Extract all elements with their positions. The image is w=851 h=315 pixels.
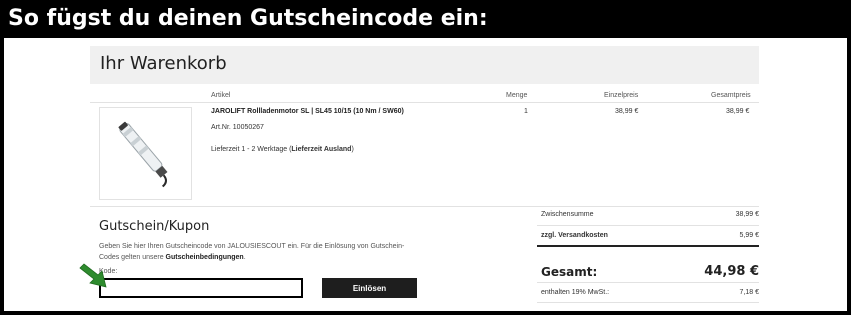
item-total-price: 38,99 €	[726, 108, 750, 115]
coupon-terms-link[interactable]: Gutscheinbedingungen	[166, 254, 244, 261]
cart-header: Ihr Warenkorb	[90, 46, 759, 84]
coupon-description-end: .	[243, 254, 246, 261]
article-number: Art.Nr. 10050267	[211, 124, 264, 131]
cart-panel: Ihr Warenkorb Artikel Menge Einzelpreis …	[4, 38, 847, 311]
column-total-price: Gesamtpreis	[711, 92, 751, 99]
column-quantity: Menge	[506, 92, 528, 99]
header-divider	[90, 102, 759, 103]
instruction-banner: So fügst du deinen Gutscheincode ein:	[0, 0, 851, 38]
shipping-divider	[537, 245, 759, 247]
green-arrow-icon	[79, 263, 107, 288]
vat-label: enthalten 19% MwSt.:	[541, 289, 610, 296]
delivery-time-close: )	[351, 146, 354, 153]
total-value: 44,98 €	[704, 264, 759, 279]
cart-title: Ihr Warenkorb	[100, 53, 227, 74]
delivery-time: Lieferzeit 1 - 2 Werktage (Lieferzeit Au…	[211, 146, 354, 153]
column-article: Artikel	[211, 92, 231, 99]
tube-motor-image	[118, 121, 168, 188]
product-name[interactable]: JAROLIFT Rollladenmotor SL | SL45 10/15 …	[211, 108, 404, 115]
coupon-title: Gutschein/Kupon	[99, 219, 210, 234]
coupon-description-text: Geben Sie hier Ihren Gutscheincode von J…	[99, 243, 405, 261]
vat-divider	[537, 302, 759, 303]
item-unit-price: 38,99 €	[615, 108, 639, 115]
subtotal-divider	[537, 225, 759, 226]
shipping-label: zzgl. Versandkosten	[541, 232, 608, 239]
vat-value: 7,18 €	[739, 289, 759, 296]
item-quantity: 1	[524, 108, 528, 115]
coupon-description: Geben Sie hier Ihren Gutscheincode von J…	[99, 241, 419, 263]
column-unit-price: Einzelpreis	[604, 92, 639, 99]
shipping-value: 5,99 €	[739, 232, 759, 239]
coupon-code-input[interactable]	[99, 278, 303, 298]
product-image[interactable]	[99, 107, 192, 200]
delivery-time-note: Lieferzeit Ausland	[291, 146, 352, 153]
total-label: Gesamt:	[541, 265, 598, 279]
product-divider	[90, 206, 759, 207]
subtotal-value: 38,99 €	[735, 211, 759, 218]
subtotal-label: Zwischensumme	[541, 211, 594, 218]
delivery-time-text: Lieferzeit 1 - 2 Werktage (	[211, 146, 292, 153]
redeem-button[interactable]: Einlösen	[322, 278, 417, 298]
total-divider	[537, 282, 759, 283]
